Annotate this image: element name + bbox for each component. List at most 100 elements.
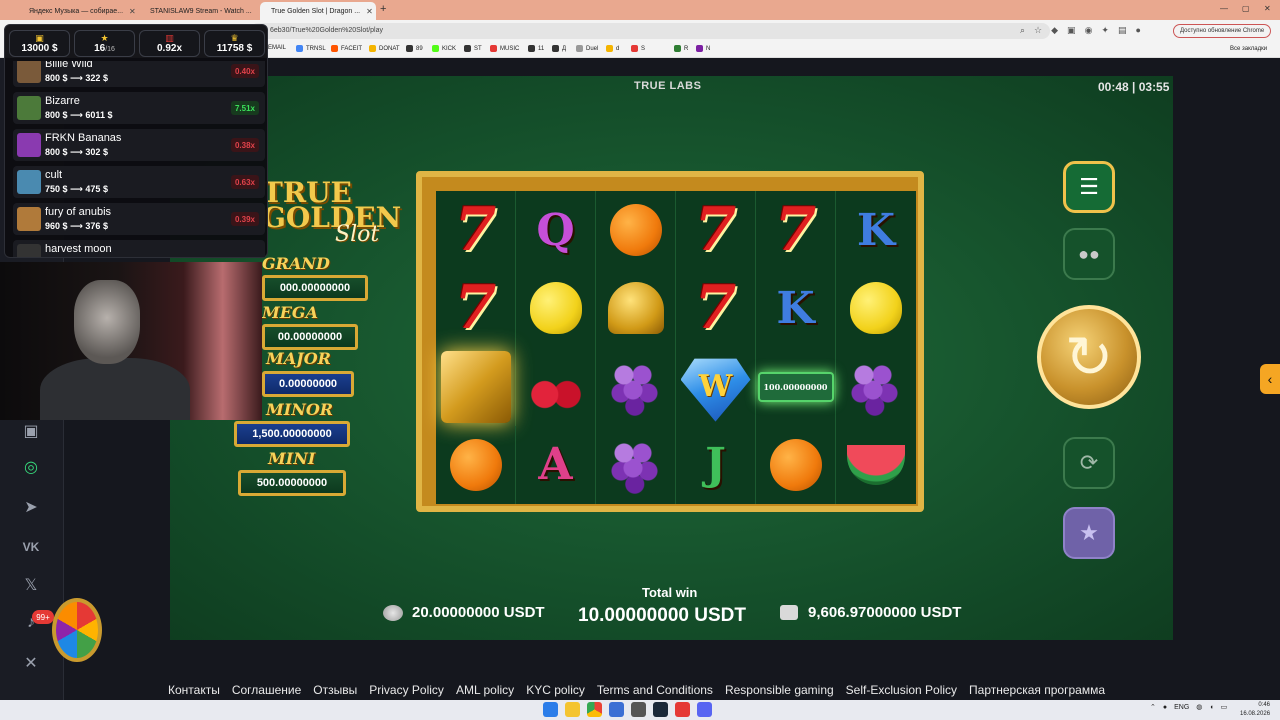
symbol-orange — [436, 425, 516, 504]
extension-icon[interactable]: ◆ — [1051, 25, 1058, 36]
support-headset-icon[interactable]: ◎ — [20, 456, 42, 478]
tab-true-golden-slot[interactable]: True Golden Slot | Dragon ... ✕ — [260, 2, 376, 20]
autoplay-button[interactable]: ⟳ — [1063, 437, 1115, 489]
volume-icon[interactable]: ◖ — [1209, 704, 1213, 711]
symbol-bell — [596, 269, 676, 348]
close-icon[interactable]: ✕ — [252, 7, 257, 16]
webcam-person-head — [74, 280, 140, 364]
bookmark-s[interactable]: S — [631, 45, 645, 52]
symbol-grapes — [596, 347, 676, 426]
menu-button[interactable]: ☰ — [1063, 161, 1115, 213]
new-tab-button[interactable]: + — [380, 3, 386, 15]
all-bookmarks-button[interactable]: Все закладки — [1230, 46, 1267, 52]
bookmark-donat[interactable]: DONAT — [369, 45, 400, 52]
x-twitter-icon[interactable]: 𝕏 — [20, 574, 42, 596]
footer-link-reviews[interactable]: Отзывы — [313, 683, 357, 697]
extensions-puzzle-icon[interactable]: ✦ — [1101, 25, 1109, 36]
battery-icon[interactable]: ▭ — [1221, 703, 1228, 711]
fortune-wheel-icon[interactable] — [52, 598, 102, 662]
extension-icon[interactable]: ◉ — [1085, 25, 1093, 36]
tab-kick-stream[interactable]: STANISLAW9 Stream - Watch ... ✕ — [139, 2, 257, 20]
stat-bonus-count: ★ 16/16 — [74, 30, 135, 57]
bookmark-icon — [606, 45, 613, 52]
maximize-icon[interactable]: ▢ — [1242, 4, 1250, 13]
footer-link-aml[interactable]: AML policy — [456, 683, 514, 697]
buy-bonus-button[interactable]: ★ — [1063, 507, 1115, 559]
close-icon[interactable]: ✕ — [360, 7, 373, 16]
footer-link-terms[interactable]: Terms and Conditions — [597, 683, 713, 697]
steam-icon[interactable] — [653, 702, 668, 717]
chrome-update-button[interactable]: Доступно обновление Chrome — [1173, 24, 1272, 38]
bookmark-st[interactable]: ST — [464, 45, 482, 52]
jackpot-mega-value: 00.00000000 — [262, 324, 358, 350]
tab-yandex-music[interactable]: Яндекс Музыка — собирае... ✕ — [18, 2, 136, 20]
stat-value: 0.92x — [156, 43, 183, 54]
file-explorer-icon[interactable] — [565, 702, 580, 717]
stat-average-multiplier: ▥ 0.92x — [139, 30, 200, 57]
sound-mute-icon[interactable]: ✕ — [20, 652, 42, 674]
zoom-icon[interactable]: ⌕ — [1020, 25, 1025, 36]
bookmark-label: DONAT — [379, 45, 400, 52]
footer-link-privacy[interactable]: Privacy Policy — [369, 683, 444, 697]
footer-link-affiliate[interactable]: Партнерская программа — [969, 683, 1105, 697]
footer-link-contacts[interactable]: Контакты — [168, 683, 220, 697]
chrome-icon[interactable] — [587, 702, 602, 717]
footer-link-kyc[interactable]: KYC policy — [526, 683, 585, 697]
turbo-toggle-button[interactable]: ●● — [1063, 228, 1115, 280]
kick-icon — [432, 45, 439, 52]
shop-icon[interactable]: ▣ — [20, 420, 42, 442]
obs-icon[interactable] — [631, 702, 646, 717]
footer-link-self-exclusion[interactable]: Self-Exclusion Policy — [846, 683, 957, 697]
app-icon[interactable] — [675, 702, 690, 717]
bookmark-label: Д — [562, 45, 567, 52]
bonus-item: fury of anubis 960 $ ⟶ 376 $ 0.39x — [13, 203, 265, 235]
windows-start-icon[interactable] — [543, 702, 558, 717]
notifications-badge: 99+ — [32, 610, 54, 624]
bookmark-kick[interactable]: KICK — [432, 45, 456, 52]
microphone-icon[interactable]: ● — [1163, 704, 1167, 711]
tab-title: Яндекс Музыка — собирае... — [29, 7, 124, 15]
reel-grid: 7 Q 7 7 K 7 7 K W 100.00000000 A J — [436, 191, 916, 504]
collapse-sidebar-button[interactable]: ‹ — [1260, 364, 1280, 394]
network-icon[interactable]: ◍ — [1196, 703, 1202, 711]
bookmark-d-small[interactable]: d — [606, 45, 619, 52]
spin-arrow-icon: ↻ — [1064, 325, 1114, 390]
close-window-icon[interactable]: ✕ — [1264, 4, 1271, 13]
session-timer: 00:48 | 03:55 — [1098, 80, 1170, 94]
system-clock[interactable]: 0:46 16.08.2026 — [1240, 701, 1270, 719]
sidebar-icon[interactable]: ▤ — [1118, 25, 1127, 36]
language-indicator[interactable]: ENG — [1174, 704, 1189, 711]
bonus-amount: 800 $ ⟶ 302 $ — [45, 147, 108, 157]
browser-tab-bar: Яндекс Музыка — собирае... ✕ STANISLAW9 … — [0, 0, 1280, 20]
bookmark-faceit[interactable]: FACEIT — [331, 45, 362, 52]
bookmark-r[interactable]: R — [674, 45, 688, 52]
app-icon[interactable] — [609, 702, 624, 717]
profile-icon[interactable]: ● — [1135, 25, 1140, 36]
extension-icon[interactable]: ▣ — [1067, 25, 1076, 36]
bookmark-label: MUSIC — [500, 45, 520, 52]
footer-link-responsible[interactable]: Responsible gaming — [725, 683, 834, 697]
close-icon[interactable]: ✕ — [123, 7, 136, 16]
bookmark-11[interactable]: 11 — [528, 45, 544, 52]
bookmark-trnsl[interactable]: TRNSL — [296, 45, 326, 52]
discord-icon[interactable] — [697, 702, 712, 717]
bookmark-icon — [464, 45, 471, 52]
bookmark-star-icon[interactable]: ☆ — [1034, 25, 1042, 36]
bookmark-n[interactable]: N — [696, 45, 710, 52]
bookmark-email[interactable]: EMAIL — [268, 45, 286, 51]
url-input[interactable]: 6eb30/True%20Golden%20Slot/play — [250, 23, 1050, 39]
vk-icon[interactable]: VK — [20, 536, 42, 558]
minimize-icon[interactable]: — — [1220, 4, 1228, 13]
bookmark-duel[interactable]: Duel — [576, 45, 598, 52]
telegram-icon[interactable]: ➤ — [20, 496, 42, 518]
tab-title: True Golden Slot | Dragon ... — [271, 7, 361, 15]
bookmark-89[interactable]: 89 — [406, 45, 423, 52]
bet-amount[interactable]: 20.00000000 USDT — [383, 604, 545, 621]
bookmark-d[interactable]: Д — [552, 45, 566, 52]
chevron-up-icon[interactable]: ⌃ — [1150, 703, 1156, 711]
spin-button[interactable]: ↻ — [1037, 305, 1141, 409]
toolbar-icons: ⌕ ☆ ◆ ▣ ◉ ✦ ▤ ● — [1020, 25, 1141, 36]
bookmark-music[interactable]: MUSIC — [490, 45, 519, 52]
footer-link-agreement[interactable]: Соглашение — [232, 683, 301, 697]
music-icon — [490, 45, 497, 52]
